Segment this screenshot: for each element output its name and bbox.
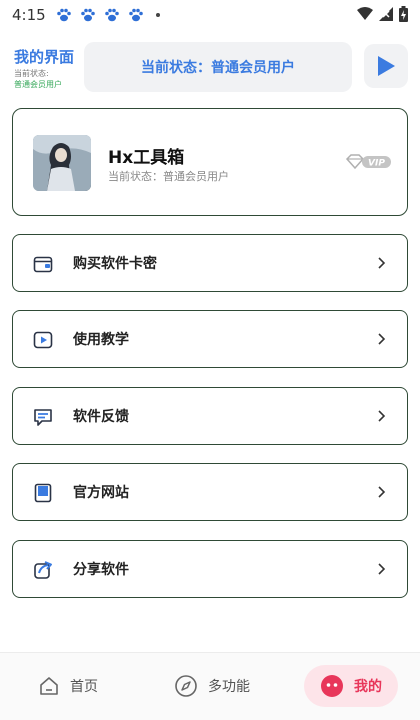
wallet-icon [33,256,53,273]
menu-item-label: 购买软件卡密 [73,256,157,272]
home-icon [40,677,58,695]
page-header: 我的界面 当前状态: 普通会员用户 当前状态：普通会员用户 [0,38,420,94]
share-icon [34,561,52,579]
play-video-icon [33,331,53,349]
menu-item-buy-key[interactable]: 购买软件卡密 [12,234,408,292]
bottom-navigation: 首页 多功能 我的 [0,652,420,720]
play-button[interactable] [364,44,408,88]
paw-notification-icon [80,8,95,22]
status-time: 4:15 [12,6,46,24]
play-icon [378,56,395,76]
nav-home[interactable]: 首页 [38,665,98,707]
chevron-right-icon [378,486,386,498]
header-status-value: 普通会员用户 [14,80,62,89]
nav-multifunction[interactable]: 多功能 [174,665,250,707]
signal-icon [379,7,393,21]
battery-icon [399,6,408,22]
chevron-right-icon [378,563,386,575]
menu-item-label: 使用教学 [73,332,129,348]
membership-status-box: 当前状态：普通会员用户 [84,42,352,92]
menu-item-label: 分享软件 [73,562,129,578]
menu-item-label: 软件反馈 [73,409,129,425]
wifi-icon [357,7,373,20]
status-bar: 4:15 [0,0,420,30]
header-status-label: 当前状态: [14,69,49,78]
paw-notification-icon [128,8,143,22]
profile-status: 当前状态：普通会员用户 [108,170,229,183]
more-notifications-dot [155,13,160,17]
feedback-icon [34,409,52,426]
profile-name: Hx工具箱 [108,148,185,168]
vip-diamond-icon: VIP [345,154,391,170]
profile-face-icon [321,675,343,697]
nav-mine-label: 我的 [354,679,382,695]
menu-item-label: 官方网站 [73,485,129,501]
paw-notification-icon [56,8,71,22]
bookmark-icon [34,483,52,503]
vip-badge-text: VIP [368,159,385,169]
chevron-right-icon [378,257,386,269]
page-title: 我的界面 [14,48,75,66]
avatar [33,135,91,191]
chevron-right-icon [378,410,386,422]
paw-notification-icon [104,8,119,22]
compass-icon [175,675,197,697]
nav-mine[interactable]: 我的 [304,665,398,707]
chevron-right-icon [378,333,386,345]
nav-home-label: 首页 [70,679,98,695]
profile-card[interactable]: Hx工具箱 当前状态：普通会员用户 VIP [12,108,408,216]
menu-item-official-site[interactable]: 官方网站 [12,463,408,521]
menu-item-feedback[interactable]: 软件反馈 [12,387,408,445]
menu-item-tutorial[interactable]: 使用教学 [12,310,408,368]
menu-item-share[interactable]: 分享软件 [12,540,408,598]
vip-badge: VIP [345,153,393,175]
nav-multifunction-label: 多功能 [208,679,250,695]
avatar-illustration [33,135,91,191]
system-icons [357,6,408,22]
